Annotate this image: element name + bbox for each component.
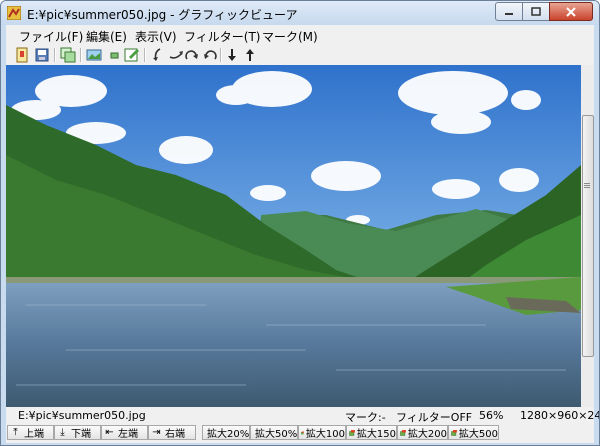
zoom-100-button[interactable]: 拡大100 bbox=[298, 425, 346, 440]
zoom-150-label: 拡大150 bbox=[356, 429, 396, 440]
undo-icon[interactable] bbox=[202, 47, 218, 63]
menu-filter[interactable]: フィルター(T) bbox=[184, 28, 260, 45]
maximize-button[interactable] bbox=[522, 2, 550, 21]
image-icon[interactable] bbox=[86, 47, 102, 63]
image-view[interactable] bbox=[6, 65, 581, 407]
top-arrow-icon: ⤒ bbox=[13, 427, 18, 438]
bottom-toolbar: ⤒ 上端 ⤓ 下端 ⇤ 左端 ⇥ 右端 拡大20% 拡大50% 拡大100 拡大150 … bbox=[6, 423, 594, 443]
rotate-left-icon[interactable] bbox=[150, 47, 166, 63]
toolbar-separator bbox=[220, 48, 222, 62]
up-arrow-icon[interactable] bbox=[242, 47, 258, 63]
right-edge-button[interactable]: ⇥ 右端 bbox=[148, 425, 196, 440]
redo-icon[interactable] bbox=[184, 47, 200, 63]
app-icon bbox=[7, 6, 21, 20]
vertical-scrollbar[interactable] bbox=[581, 65, 594, 407]
status-zoom: 56% bbox=[479, 409, 504, 422]
title-bar[interactable]: E:¥pic¥summer050.jpg - グラフィックビューア bbox=[1, 1, 599, 25]
zoom-50-label: 拡大50% bbox=[255, 429, 298, 440]
left-edge-button[interactable]: ⇤ 左端 bbox=[101, 425, 148, 440]
landscape-photo bbox=[6, 65, 581, 407]
bottom-edge-button[interactable]: ⤓ 下端 bbox=[54, 425, 101, 440]
save-icon[interactable] bbox=[34, 47, 50, 63]
copy-icon[interactable] bbox=[60, 47, 76, 63]
right-arrow-icon: ⇥ bbox=[152, 427, 161, 438]
close-button[interactable] bbox=[549, 2, 593, 21]
zoom-200-icon bbox=[400, 429, 406, 436]
bottom-arrow-icon: ⤓ bbox=[60, 427, 65, 438]
zoom-150-button[interactable]: 拡大150 bbox=[346, 425, 397, 440]
minimize-button[interactable] bbox=[495, 2, 523, 21]
zoom-100-label: 拡大100 bbox=[305, 429, 345, 440]
small-image-icon[interactable] bbox=[106, 47, 122, 63]
status-path: E:¥pic¥summer050.jpg bbox=[18, 409, 146, 422]
application-window: E:¥pic¥summer050.jpg - グラフィックビューア ファイル(F… bbox=[0, 0, 600, 446]
zoom-200-button[interactable]: 拡大200 bbox=[397, 425, 448, 440]
toolbar-separator bbox=[144, 48, 146, 62]
window-title: E:¥pic¥summer050.jpg - グラフィックビューア bbox=[27, 8, 298, 22]
top-edge-label: 上端 bbox=[24, 429, 44, 440]
edit-icon[interactable] bbox=[124, 47, 140, 63]
left-arrow-icon: ⇤ bbox=[105, 427, 114, 438]
right-edge-label: 右端 bbox=[165, 429, 185, 440]
bottom-edge-label: 下端 bbox=[71, 429, 91, 440]
menu-bar: ファイル(F) 編集(E) 表示(V) フィルター(T) マーク(M) bbox=[6, 25, 594, 45]
zoom-200-label: 拡大200 bbox=[407, 429, 447, 440]
menu-file[interactable]: ファイル(F) bbox=[19, 28, 83, 45]
zoom-50-button[interactable]: 拡大50% bbox=[250, 425, 298, 440]
zoom-20-label: 拡大20% bbox=[207, 429, 250, 440]
zoom-500-icon bbox=[451, 429, 457, 436]
zoom-100-icon bbox=[301, 431, 304, 434]
down-arrow-icon[interactable] bbox=[224, 47, 240, 63]
toolbar bbox=[6, 45, 594, 65]
window-controls bbox=[495, 2, 593, 21]
close-icon bbox=[566, 6, 576, 17]
maximize-icon bbox=[531, 7, 541, 16]
open-icon[interactable] bbox=[14, 47, 30, 63]
rotate-right-icon[interactable] bbox=[168, 47, 184, 63]
scrollbar-grip bbox=[584, 183, 590, 184]
zoom-150-icon bbox=[349, 429, 355, 436]
status-bar: E:¥pic¥summer050.jpg マーク:- フィルターOFF 56% … bbox=[6, 407, 599, 424]
zoom-20-button[interactable]: 拡大20% bbox=[202, 425, 250, 440]
zoom-500-button[interactable]: 拡大500 bbox=[448, 425, 499, 440]
menu-view[interactable]: 表示(V) bbox=[135, 28, 177, 45]
toolbar-separator bbox=[54, 48, 56, 62]
toolbar-separator bbox=[80, 48, 82, 62]
top-edge-button[interactable]: ⤒ 上端 bbox=[7, 425, 54, 440]
left-edge-label: 左端 bbox=[118, 429, 138, 440]
minimize-icon bbox=[505, 12, 513, 15]
zoom-500-label: 拡大500 bbox=[458, 429, 498, 440]
status-size: 1280×960×24 bbox=[520, 409, 600, 422]
menu-edit[interactable]: 編集(E) bbox=[86, 28, 127, 45]
menu-mark[interactable]: マーク(M) bbox=[262, 28, 318, 45]
scrollbar-thumb[interactable] bbox=[582, 115, 594, 357]
